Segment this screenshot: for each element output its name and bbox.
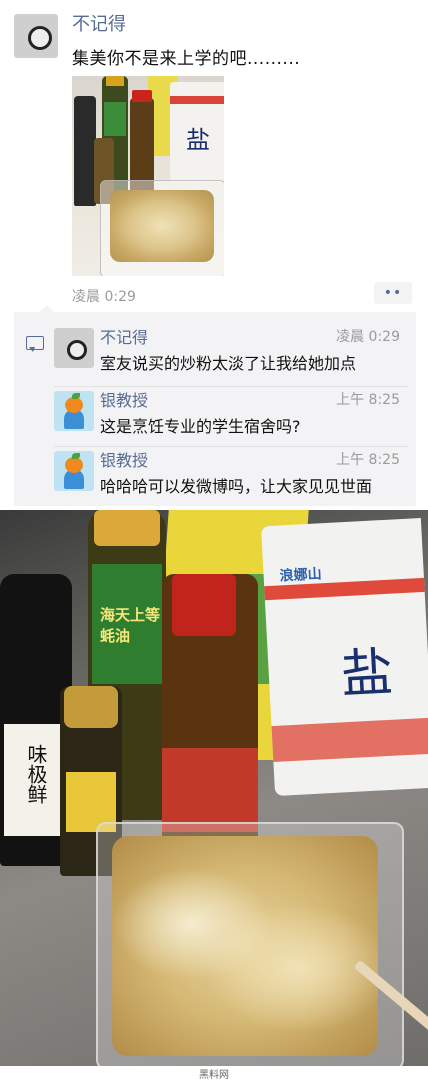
commenter-avatar[interactable] bbox=[54, 451, 94, 491]
commenter-avatar[interactable] bbox=[54, 328, 94, 368]
comment-text: 哈哈哈可以发微博吗，让大家见见世面 bbox=[100, 477, 373, 496]
comment-time: 上午 8:25 bbox=[336, 392, 400, 408]
stir-fried-noodles bbox=[112, 836, 378, 1056]
commenter-name[interactable]: 银教授 bbox=[100, 447, 148, 471]
footer-watermark: 黑料网 bbox=[0, 1066, 428, 1081]
post-timestamp: 凌晨 0:29 bbox=[72, 289, 136, 305]
comment-item[interactable]: 银教授 上午 8:25 这是烹饪专业的学生宿舍吗? bbox=[54, 386, 408, 447]
comment-text: 这是烹饪专业的学生宿舍吗? bbox=[100, 417, 301, 436]
comment-text: 室友说买的炒粉太淡了让我给她加点 bbox=[100, 354, 357, 373]
post-text: 集美你不是来上学的吧......... bbox=[72, 49, 301, 69]
comment-time: 上午 8:25 bbox=[336, 452, 400, 468]
enlarged-photo[interactable]: 浪娜山 盐 味极鲜 海天上等蚝油 bbox=[0, 510, 428, 1066]
commenter-name[interactable]: 银教授 bbox=[100, 387, 148, 411]
comment-item[interactable]: 银教授 上午 8:25 哈哈哈可以发微博吗，让大家见见世面 bbox=[54, 446, 408, 507]
red-cap-sauce-bottle bbox=[162, 574, 258, 864]
bottle-label-text: 味极鲜 bbox=[24, 744, 48, 804]
thumb-salt-label: 盐 bbox=[186, 126, 210, 154]
watermark-text: 黑料网 bbox=[199, 1070, 229, 1081]
salt-brand-label: 浪娜山 bbox=[279, 566, 323, 585]
salt-char-label: 盐 bbox=[339, 642, 395, 706]
comment-icon bbox=[26, 336, 44, 352]
post-author-name[interactable]: 不记得 bbox=[72, 10, 126, 36]
comment-item[interactable]: 不记得 凌晨 0:29 室友说买的炒粉太淡了让我给她加点 bbox=[54, 324, 408, 382]
commenter-name[interactable]: 不记得 bbox=[100, 324, 148, 348]
author-avatar[interactable] bbox=[14, 14, 58, 58]
more-actions-button[interactable]: •• bbox=[374, 282, 412, 304]
post-image-thumbnail[interactable]: 盐 bbox=[72, 76, 224, 276]
oyster-sauce-label: 海天上等蚝油 bbox=[100, 606, 161, 645]
salt-bag: 浪娜山 盐 bbox=[261, 517, 428, 797]
comment-time: 凌晨 0:29 bbox=[336, 329, 400, 345]
comments-panel: 不记得 凌晨 0:29 室友说买的炒粉太淡了让我给她加点 银教授 上午 8:25… bbox=[14, 305, 416, 507]
moments-post: 不记得 集美你不是来上学的吧......... 盐 凌晨 0:29 •• 不记得… bbox=[0, 0, 428, 510]
commenter-avatar[interactable] bbox=[54, 391, 94, 431]
